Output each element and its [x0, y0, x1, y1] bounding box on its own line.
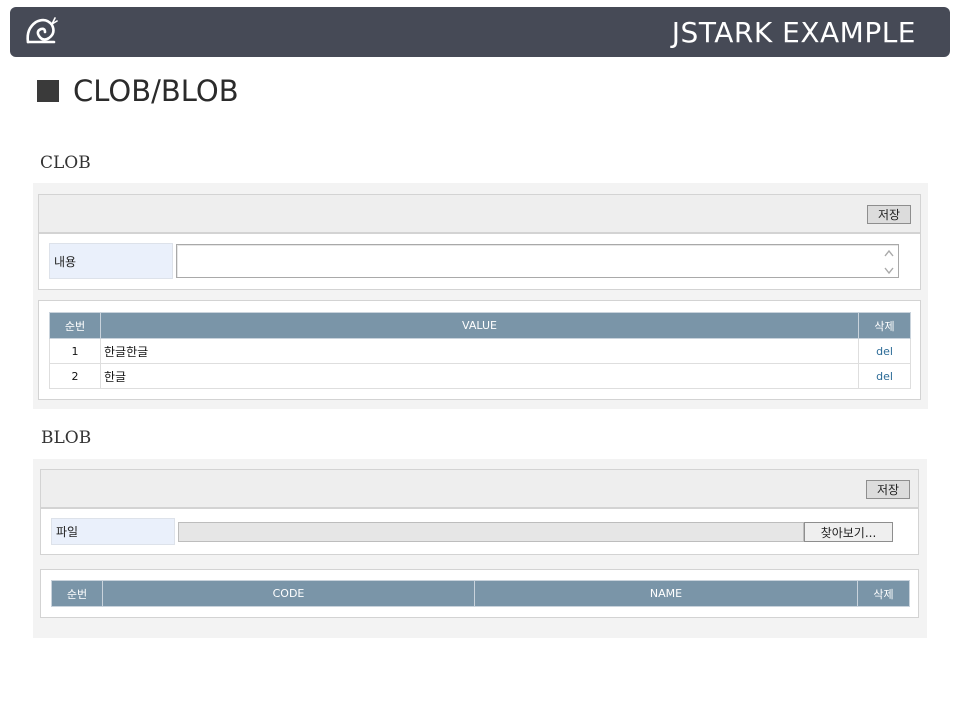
row-no: 2: [49, 363, 101, 389]
title-square-icon: [37, 80, 59, 102]
blob-toolbar: 저장: [40, 469, 919, 508]
col-header-delete: 삭제: [858, 312, 911, 339]
snail-icon: [26, 17, 58, 44]
content-textarea[interactable]: [176, 244, 899, 278]
textarea-scrollbar[interactable]: [882, 247, 896, 277]
content-label: 내용: [49, 243, 173, 279]
table-row: 1 한글한글 del: [49, 338, 911, 364]
row-value: 한글한글: [100, 338, 859, 364]
col-header-no: 순번: [49, 312, 101, 339]
col-header-delete: 삭제: [857, 580, 910, 607]
clob-toolbar: 저장: [38, 194, 921, 233]
row-value: 한글: [100, 363, 859, 389]
page-title-text: CLOB/BLOB: [73, 74, 239, 108]
clob-list-box: 순번 VALUE 삭제 1 한글한글 del 2 한글 del: [38, 300, 921, 400]
blob-panel: 저장 파일 찾아보기... 순번 CODE NAME 삭제: [33, 459, 927, 638]
clob-table: 순번 VALUE 삭제 1 한글한글 del 2 한글 del: [49, 312, 911, 389]
col-header-name: NAME: [474, 580, 858, 607]
browse-button[interactable]: 찾아보기...: [804, 522, 893, 542]
row-no: 1: [49, 338, 101, 364]
delete-link[interactable]: del: [876, 370, 893, 383]
col-header-value: VALUE: [100, 312, 859, 339]
blob-save-button[interactable]: 저장: [866, 480, 910, 499]
clob-form: 내용: [38, 233, 921, 290]
blob-list-box: 순번 CODE NAME 삭제: [40, 569, 919, 618]
app-title: JSTARK EXAMPLE: [671, 16, 916, 49]
col-header-code: CODE: [102, 580, 475, 607]
clob-save-button[interactable]: 저장: [867, 205, 911, 224]
clob-panel: 저장 내용 순번 VALUE 삭제 1 한글한글 del 2 한글 del: [33, 183, 928, 409]
row-delete-cell: del: [858, 363, 911, 389]
file-path-input[interactable]: [178, 522, 804, 542]
delete-link[interactable]: del: [876, 345, 893, 358]
table-row: 2 한글 del: [49, 363, 911, 389]
page-title: CLOB/BLOB: [37, 73, 239, 109]
blob-section-label: BLOB: [41, 428, 92, 448]
col-header-no: 순번: [51, 580, 103, 607]
row-delete-cell: del: [858, 338, 911, 364]
header-bar: JSTARK EXAMPLE: [10, 7, 950, 57]
blob-table: 순번 CODE NAME 삭제: [51, 580, 910, 607]
blob-form: 파일 찾아보기...: [40, 508, 919, 555]
clob-section-label: CLOB: [40, 153, 91, 173]
file-label: 파일: [51, 518, 175, 545]
